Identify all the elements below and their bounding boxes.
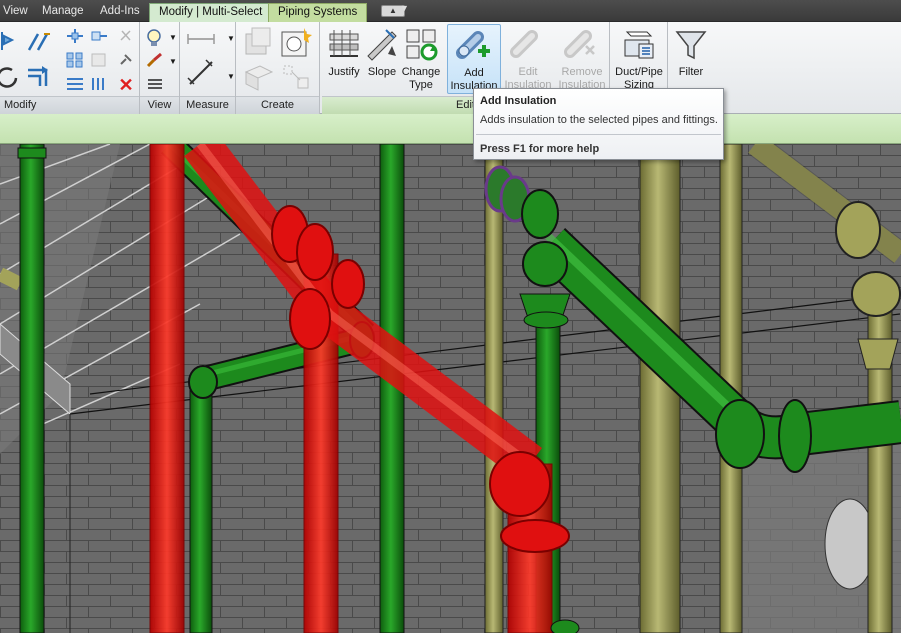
panel-view: ▼ ▼ View [140, 22, 180, 114]
tab-piping-systems[interactable]: Piping Systems [268, 3, 368, 22]
change-type-icon [406, 29, 438, 61]
olive-pipe-vertical[interactable] [484, 144, 504, 633]
green-flange[interactable] [778, 399, 812, 473]
remove-insulation-button: Remove Insulation [554, 24, 610, 94]
aligned-dimension-icon[interactable] [186, 58, 218, 88]
slope-label: Slope [367, 66, 397, 78]
panel-title-view: View [140, 96, 179, 114]
edit-insulation-button: Edit Insulation [502, 24, 554, 94]
dropdown-arrow-icon[interactable]: ▼ [400, 3, 409, 13]
trim-extend-icon[interactable] [0, 64, 18, 88]
tooltip-description: Adds insulation to the selected pipes an… [480, 114, 718, 126]
tooltip-help: Press F1 for more help [480, 143, 600, 155]
ribbon-tab-bar: View Manage Add-Ins Modify | Multi-Selec… [0, 0, 901, 22]
panel-title-modify: Modify [0, 96, 139, 114]
remove-insulation-label-line1: Remove [561, 66, 603, 78]
remove-insulation-icon [564, 30, 595, 58]
create-similar-icon[interactable] [280, 26, 312, 58]
scale-disabled-icon [90, 52, 108, 70]
align-icon[interactable] [0, 30, 18, 50]
green-valve-body[interactable] [522, 241, 568, 287]
selected-flange[interactable] [331, 259, 365, 309]
pin-icon[interactable] [117, 52, 135, 70]
green-flange[interactable] [17, 147, 47, 159]
model-viewport[interactable] [0, 144, 901, 633]
delete-icon[interactable]: ✕ [117, 76, 135, 94]
slope-icon [367, 29, 397, 61]
justify-button[interactable]: Justify [324, 24, 364, 94]
duct-pipe-sizing-label-line1: Duct/Pipe [615, 66, 663, 78]
paintbrush-icon[interactable] [146, 52, 164, 70]
filter-icon [675, 31, 707, 60]
filter-label: Filter [678, 66, 704, 78]
edit-insulation-label-line1: Edit [518, 66, 538, 78]
panel-title-create: Create [236, 96, 319, 114]
offset-icon[interactable] [26, 30, 50, 51]
create-group-disabled-icon [242, 26, 274, 58]
piping-model-view[interactable] [0, 144, 901, 633]
green-pipe-vertical[interactable] [19, 144, 45, 633]
ribbon: ✕ Modify ▼ ▼ View ▼ ▼ Measure Create Jus… [0, 22, 901, 114]
olive-flange[interactable] [851, 271, 901, 317]
slope-button[interactable]: Slope [364, 24, 400, 94]
panel-modify: ✕ Modify [0, 22, 140, 114]
tooltip-title: Add Insulation [480, 95, 557, 107]
create-assembly-disabled-icon [242, 62, 274, 94]
justify-label: Justify [328, 66, 360, 78]
add-insulation-icon [456, 31, 490, 59]
tab-manage[interactable]: Manage [33, 3, 93, 22]
options-bar [0, 114, 901, 144]
duct-pipe-sizing-icon [624, 31, 654, 59]
add-insulation-label-line1: Add [464, 67, 484, 79]
selected-flange[interactable] [500, 519, 570, 553]
mirror-icon[interactable] [66, 76, 84, 94]
tab-modify-multi-select[interactable]: Modify | Multi-Select [149, 3, 273, 22]
justify-icon [329, 30, 359, 57]
lightbulb-icon[interactable] [146, 28, 164, 46]
green-fitting[interactable] [550, 619, 580, 633]
array-icon[interactable] [66, 52, 84, 70]
change-type-button[interactable]: Change Type [400, 24, 442, 94]
split-element-icon[interactable] [90, 76, 108, 94]
tab-view[interactable]: View [0, 3, 37, 22]
add-insulation-tooltip: Add Insulation Adds insulation to the se… [473, 88, 724, 160]
selected-flange[interactable] [296, 223, 334, 281]
green-flange[interactable] [523, 311, 569, 329]
selected-flange[interactable] [289, 288, 331, 350]
filter-button[interactable]: Filter [670, 24, 712, 94]
olive-flange[interactable] [835, 201, 881, 259]
duct-pipe-sizing-button[interactable]: Duct/Pipe Sizing [612, 24, 666, 94]
measure-distance-icon[interactable] [186, 30, 218, 48]
panel-title-measure: Measure [180, 96, 235, 114]
thin-lines-icon[interactable] [146, 76, 164, 94]
copy-icon[interactable] [90, 28, 108, 46]
tab-add-ins[interactable]: Add-Ins [91, 3, 149, 22]
green-pipe-vertical[interactable] [189, 383, 213, 633]
green-flange[interactable] [521, 189, 559, 239]
rotate-disabled-icon [117, 28, 135, 46]
split-icon[interactable] [26, 62, 48, 86]
change-type-label-line1: Change [401, 66, 441, 78]
move-icon[interactable] [66, 28, 84, 46]
edit-insulation-icon [510, 30, 538, 58]
selected-pipe-vertical[interactable] [149, 144, 185, 633]
panel-create: Create [236, 22, 320, 114]
panel-measure: ▼ ▼ Measure [180, 22, 236, 114]
green-flange[interactable] [715, 399, 765, 469]
green-elbow[interactable] [188, 365, 218, 399]
add-insulation-button[interactable]: Add Insulation [447, 24, 501, 94]
create-parts-disabled-icon [280, 62, 312, 94]
selected-flange[interactable] [489, 451, 551, 517]
change-type-label-line2: Type [409, 79, 433, 91]
tooltip-divider [476, 134, 721, 135]
